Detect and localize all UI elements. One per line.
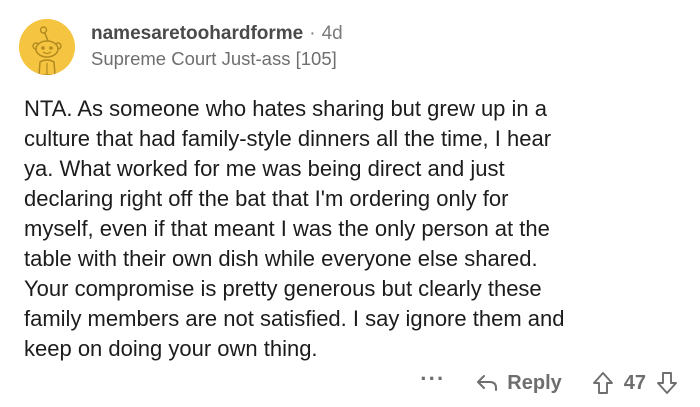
- username[interactable]: namesaretoohardforme: [91, 23, 303, 44]
- user-flair: Supreme Court Just-ass [105]: [91, 48, 337, 69]
- comment-body-line: culture that had family-style dinners al…: [24, 126, 552, 151]
- comment-body-line: ya. What worked for me was being direct …: [24, 156, 505, 181]
- snoo-avatar-icon: [19, 19, 75, 75]
- reply-arrow-icon: [477, 375, 498, 391]
- comment-body-line: table with their own dish while everyone…: [24, 246, 538, 271]
- downvote-arrow-icon[interactable]: [656, 371, 678, 395]
- comment-body-line: declaring right off the bat that I'm ord…: [24, 186, 509, 211]
- comment: namesaretoohardforme · 4d Supreme Court Ju…: [0, 0, 700, 407]
- comment-body: NTA. As someone who hates sharing but gr…: [24, 94, 684, 364]
- more-options-button[interactable]: ···: [420, 368, 445, 390]
- comment-actions: ··· Reply 47: [420, 368, 678, 398]
- reply-button[interactable]: Reply: [475, 371, 562, 395]
- upvote-arrow-icon[interactable]: [592, 371, 614, 395]
- comment-body-line: myself, even if that meant I was the onl…: [24, 216, 550, 241]
- vote-count: 47: [623, 371, 646, 394]
- vote-controls: 47: [592, 371, 678, 395]
- comment-body-line: Your compromise is pretty generous but c…: [24, 276, 542, 301]
- comment-body-line: keep on doing your own thing.: [24, 336, 318, 361]
- reply-label: Reply: [507, 371, 562, 394]
- comment-age: 4d: [321, 23, 343, 44]
- separator-dot: ·: [309, 23, 316, 44]
- username-line: namesaretoohardforme · 4d: [91, 22, 680, 46]
- comment-body-line: family members are not satisfied. I say …: [24, 306, 565, 331]
- comment-body-line: NTA. As someone who hates sharing but gr…: [24, 96, 547, 121]
- comment-header: namesaretoohardforme · 4d Supreme Court Ju…: [91, 22, 680, 71]
- avatar[interactable]: [19, 19, 75, 75]
